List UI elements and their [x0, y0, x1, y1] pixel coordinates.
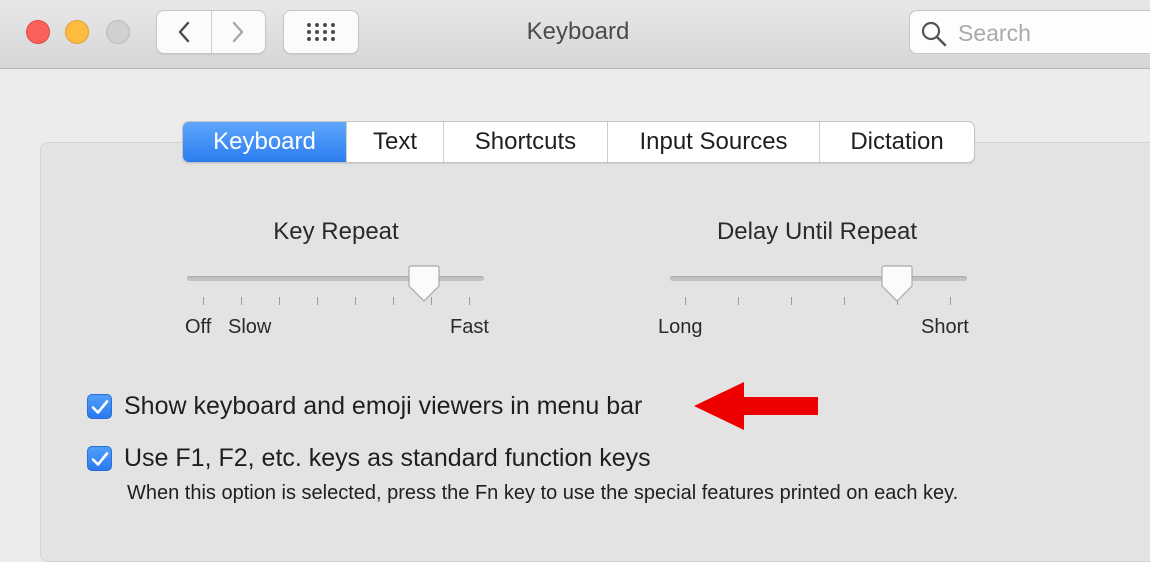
- key-repeat-off-label: Off: [185, 316, 212, 338]
- slider-tick: [738, 297, 739, 305]
- key-repeat-fast-label: Fast: [450, 316, 489, 338]
- checkmark-icon: [91, 451, 108, 466]
- slider-tick: [791, 297, 792, 305]
- show-viewers-option[interactable]: Show keyboard and emoji viewers in menu …: [87, 392, 642, 421]
- tab-text[interactable]: Text: [346, 122, 443, 162]
- tab-input-sources[interactable]: Input Sources: [607, 122, 819, 162]
- forward-button[interactable]: [210, 11, 266, 53]
- grid-icon: [307, 23, 335, 41]
- delay-until-repeat-label: Delay Until Repeat: [716, 218, 918, 245]
- show-viewers-label: Show keyboard and emoji viewers in menu …: [124, 392, 643, 420]
- tab-shortcuts[interactable]: Shortcuts: [443, 122, 607, 162]
- minimize-window-button[interactable]: [65, 20, 89, 44]
- chevron-left-icon: [178, 21, 189, 43]
- zoom-window-button: [106, 20, 130, 44]
- window-title: Keyboard: [526, 18, 630, 45]
- back-forward-group: [156, 10, 266, 54]
- tab-dictation[interactable]: Dictation: [819, 122, 974, 162]
- checkmark-icon: [91, 399, 108, 414]
- delay-long-label: Long: [658, 316, 703, 338]
- fn-keys-option[interactable]: Use F1, F2, etc. keys as standard functi…: [87, 444, 651, 473]
- slider-tick: [950, 297, 951, 305]
- delay-until-repeat-track[interactable]: [670, 276, 967, 281]
- slider-tick: [469, 297, 470, 305]
- show-all-button[interactable]: [283, 10, 359, 54]
- search-field[interactable]: [909, 10, 1150, 54]
- slider-tick: [279, 297, 280, 305]
- slider-tick: [844, 297, 845, 305]
- slider-tick: [241, 297, 242, 305]
- slider-tick: [685, 297, 686, 305]
- delay-short-label: Short: [921, 316, 969, 338]
- chevron-right-icon: [233, 21, 244, 43]
- slider-tick: [317, 297, 318, 305]
- search-input[interactable]: [956, 17, 1150, 49]
- tab-bar: Keyboard Text Shortcuts Input Sources Di…: [182, 121, 975, 163]
- magnifier-icon: [921, 21, 947, 47]
- red-arrow-annotation: [694, 382, 818, 430]
- show-viewers-checkbox[interactable]: [87, 394, 112, 419]
- key-repeat-slow-label: Slow: [228, 316, 272, 338]
- fn-keys-label: Use F1, F2, etc. keys as standard functi…: [124, 444, 651, 472]
- key-repeat-label: Key Repeat: [273, 218, 399, 245]
- slider-tick: [203, 297, 204, 305]
- tab-keyboard[interactable]: Keyboard: [183, 122, 346, 162]
- fn-keys-checkbox[interactable]: [87, 446, 112, 471]
- slider-tick: [355, 297, 356, 305]
- close-window-button[interactable]: [26, 20, 50, 44]
- back-button[interactable]: [157, 11, 211, 53]
- fn-keys-description: When this option is selected, press the …: [127, 482, 959, 504]
- key-repeat-slider-knob[interactable]: [407, 264, 441, 304]
- delay-until-repeat-slider-knob[interactable]: [880, 264, 914, 304]
- slider-tick: [393, 297, 394, 305]
- title-bar: Keyboard: [0, 0, 1150, 69]
